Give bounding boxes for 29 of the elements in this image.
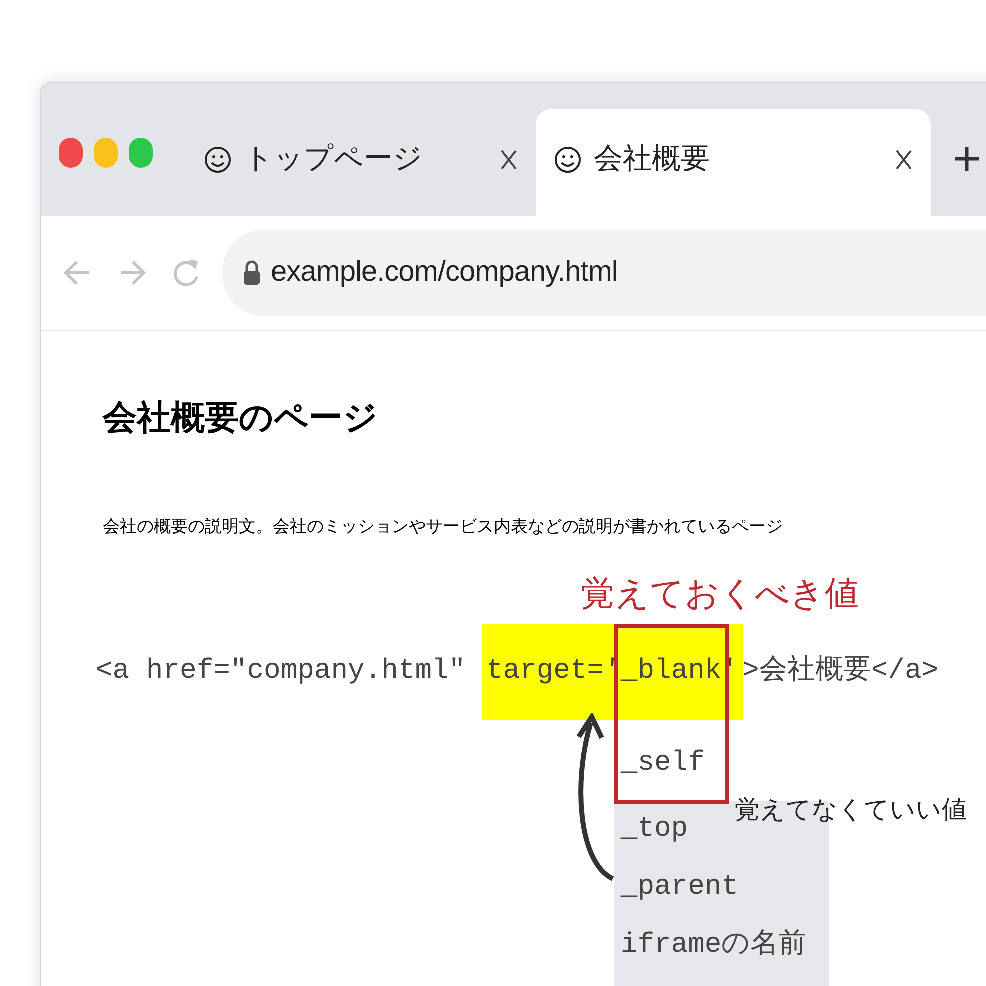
tab-label: 会社概要 <box>594 142 711 177</box>
code-text: _blank <box>620 656 722 687</box>
browser-tab[interactable]: 会社概要 <box>536 109 931 216</box>
code-text: ' <box>722 655 739 689</box>
minimize-window-button[interactable] <box>94 138 118 168</box>
close-icon[interactable] <box>500 148 518 170</box>
close-icon[interactable] <box>895 148 913 170</box>
code-text: iframeの名前 <box>620 928 807 963</box>
page-heading: 会社概要のページ <box>103 399 379 439</box>
address-bar[interactable]: example.com/company.html <box>223 230 986 316</box>
reload-icon[interactable] <box>173 257 201 289</box>
code-text: >会社概要</a> <box>742 654 939 689</box>
lock-icon <box>243 260 261 286</box>
tab-label: トップページ <box>244 142 424 177</box>
maximize-window-button[interactable] <box>129 138 153 168</box>
forward-arrow-icon[interactable] <box>119 259 147 287</box>
annotation-label: 覚えておくべき値 <box>580 573 859 616</box>
code-text: _top <box>620 813 688 847</box>
back-arrow-icon[interactable] <box>63 259 91 287</box>
url-text: example.com/company.html <box>271 255 618 290</box>
code-text: <a href="company.html" <box>96 655 467 689</box>
annotation-label: 覚えてなくていい値 <box>734 794 967 826</box>
new-tab-icon[interactable] <box>953 145 981 173</box>
browser-tab[interactable]: トップページ <box>186 109 536 216</box>
close-window-button[interactable] <box>59 138 83 168</box>
code-text: _self <box>620 747 705 781</box>
code-text: target=' <box>486 655 621 689</box>
page-description: 会社の概要の説明文。会社のミッションやサービス内表などの説明が書かれているページ <box>103 516 784 538</box>
code-text: _parent <box>620 871 739 905</box>
